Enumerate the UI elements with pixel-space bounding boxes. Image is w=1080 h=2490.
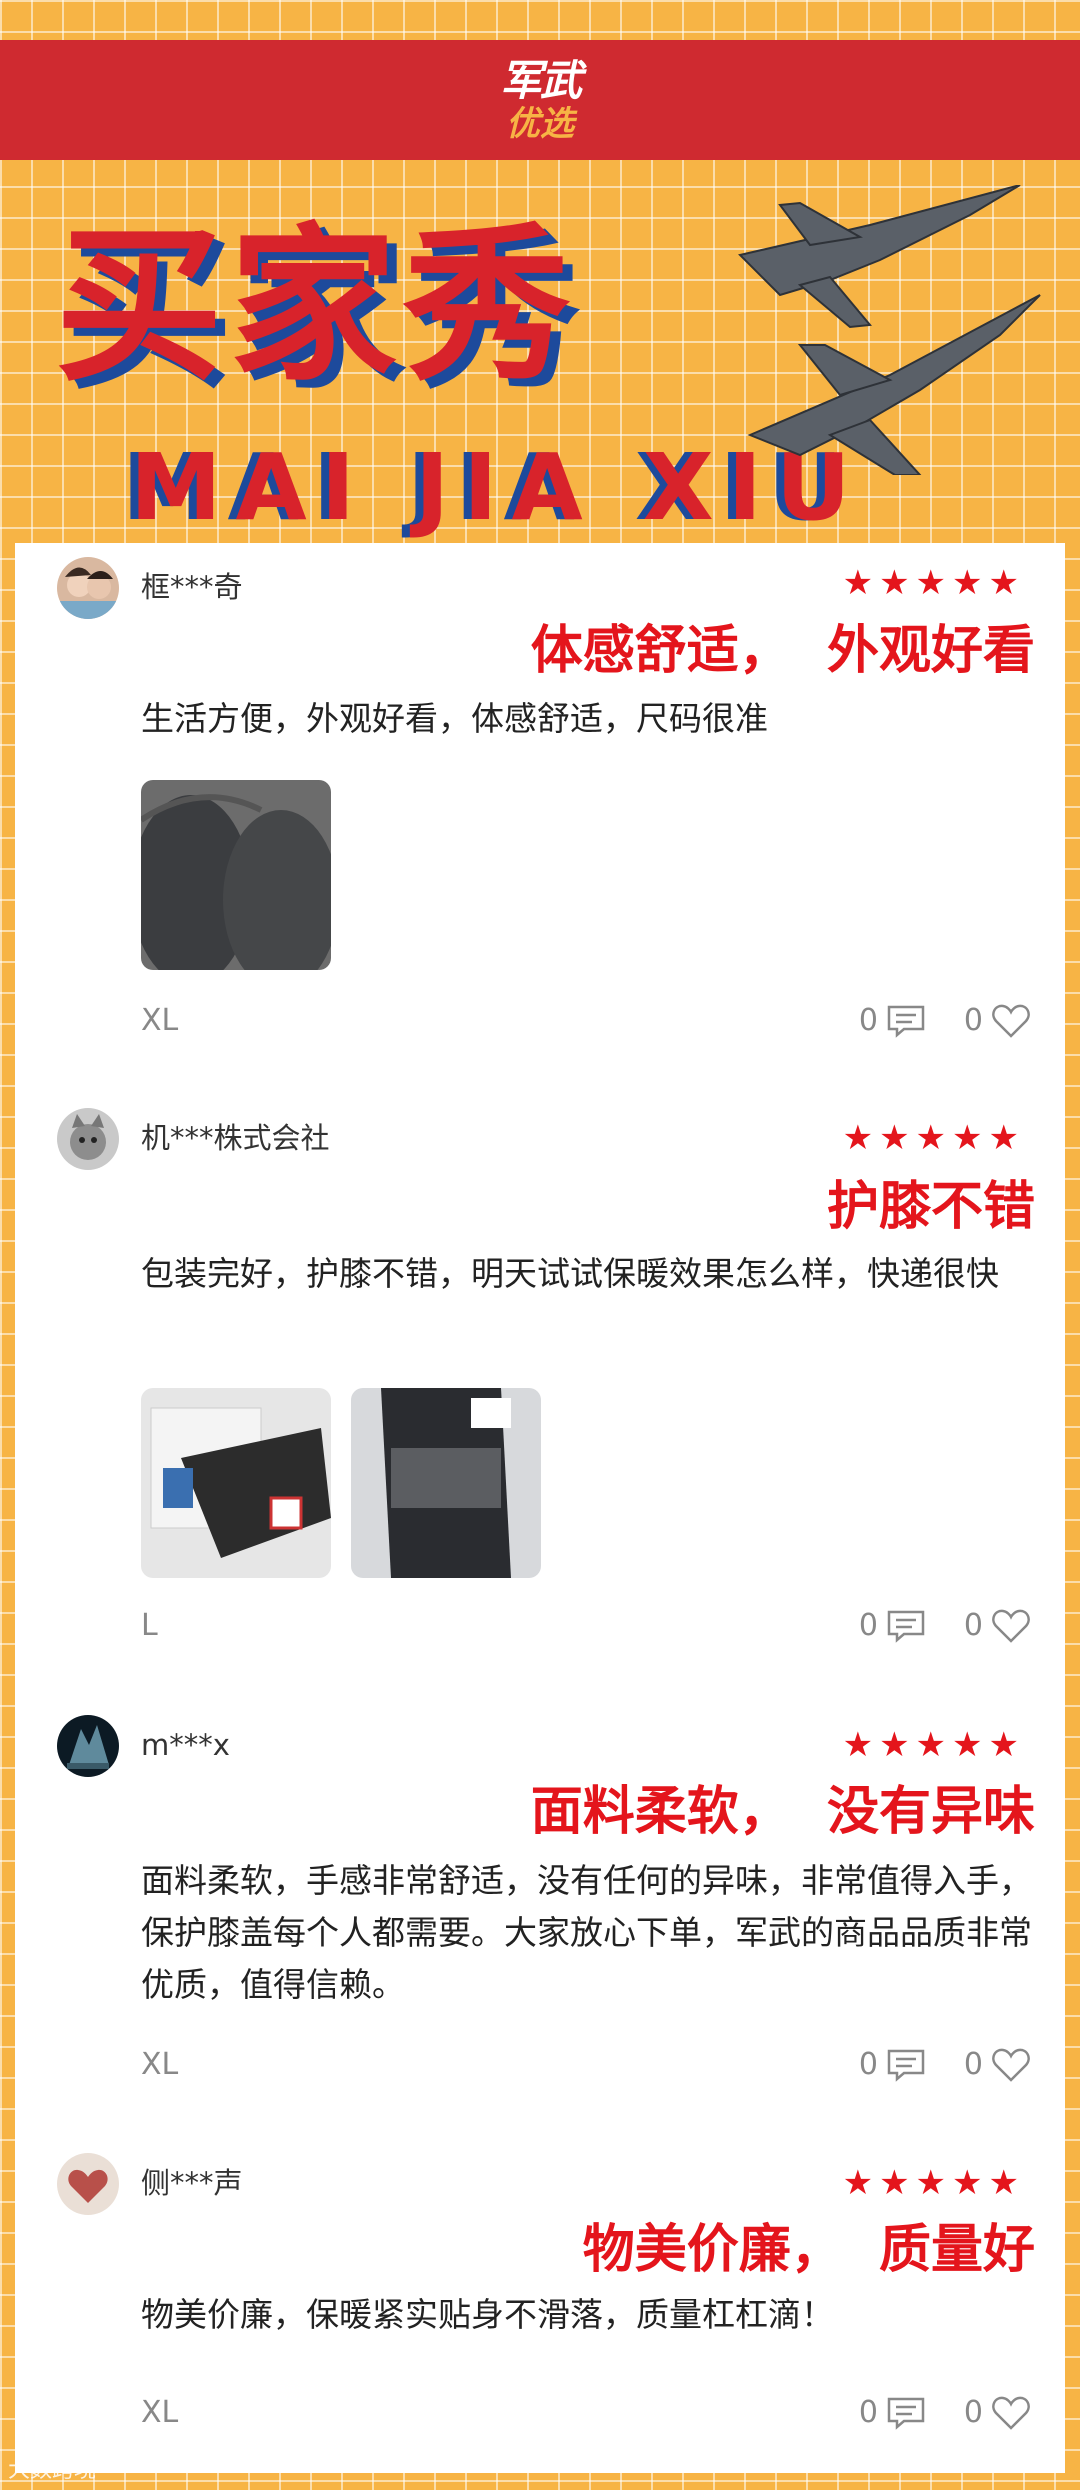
size-label: XL [141, 2395, 179, 2430]
review-photo[interactable] [141, 780, 331, 970]
comment-icon[interactable] [886, 2048, 926, 2082]
like-count: 0 [963, 1003, 983, 1038]
comment-count: 0 [858, 1003, 878, 1038]
review-stats: 0 0 [821, 2393, 1031, 2433]
like-count: 0 [963, 1608, 983, 1643]
comment-icon[interactable] [886, 1004, 926, 1038]
like-count: 0 [963, 2047, 983, 2082]
review-text: 生活方便，外观好看，体感舒适，尺码很准 [141, 699, 768, 738]
heart-icon[interactable] [991, 1608, 1031, 1644]
size-label: L [141, 1608, 158, 1643]
review-headline: 面料柔软， 没有异味 [530, 1782, 1035, 1842]
review-headline: 物美价廉， 质量好 [582, 2220, 1035, 2280]
rating-stars: ★★★★★ [842, 563, 1025, 603]
username: 机***株式会社 [141, 1121, 330, 1155]
avatar[interactable] [57, 557, 119, 619]
logo-line-1: 军武 [499, 56, 582, 105]
avatar[interactable] [57, 1715, 119, 1777]
watermark: 大数跨境 [8, 2458, 97, 2483]
comment-count: 0 [858, 2395, 878, 2430]
heart-icon[interactable] [991, 1003, 1031, 1039]
review-headline: 体感舒适， 外观好看 [530, 621, 1035, 681]
comment-icon[interactable] [886, 1609, 926, 1643]
review-stats: 0 0 [821, 1001, 1031, 1041]
comment-count: 0 [858, 2047, 878, 2082]
size-label: XL [141, 2047, 179, 2082]
review-text: 面料柔软，手感非常舒适，没有任何的异味，非常值得入手，保护膝盖每个人都需要。大家… [141, 1861, 1032, 2004]
review-headline: 护膝不错 [826, 1177, 1035, 1237]
heart-icon[interactable] [991, 2395, 1031, 2431]
username: 框***奇 [141, 570, 243, 604]
like-count: 0 [963, 2395, 983, 2430]
rating-stars: ★★★★★ [842, 1118, 1025, 1158]
rating-stars: ★★★★★ [842, 2163, 1025, 2203]
size-label: XL [141, 1003, 179, 1038]
rating-stars: ★★★★★ [842, 1725, 1025, 1765]
review-photo[interactable] [141, 1388, 331, 1578]
username: m***x [141, 1728, 230, 1762]
review-photo[interactable] [351, 1388, 541, 1578]
logo-line-2: 优选 [506, 104, 574, 144]
jet-icon [738, 185, 1041, 475]
review-text: 物美价廉，保暖紧实贴身不滑落，质量杠杠滴！ [141, 2295, 834, 2334]
avatar[interactable] [57, 2153, 119, 2215]
review-stats: 0 0 [821, 1606, 1031, 1646]
username: 侧***声 [141, 2166, 243, 2200]
comment-icon[interactable] [886, 2396, 926, 2430]
brand-logo: 军武 优选 [470, 58, 610, 148]
banner-title: 买家秀 [55, 206, 577, 404]
avatar[interactable] [57, 1108, 119, 1170]
comment-count: 0 [858, 1608, 878, 1643]
review-card: 框***奇 ★★★★★ 体感舒适， 外观好看 生活方便，外观好看，体感舒适，尺码… [15, 543, 1065, 2473]
heart-icon[interactable] [991, 2047, 1031, 2083]
review-text: 包装完好，护膝不错，明天试试保暖效果怎么样，快递很快 [141, 1254, 999, 1293]
review-stats: 0 0 [821, 2045, 1031, 2085]
